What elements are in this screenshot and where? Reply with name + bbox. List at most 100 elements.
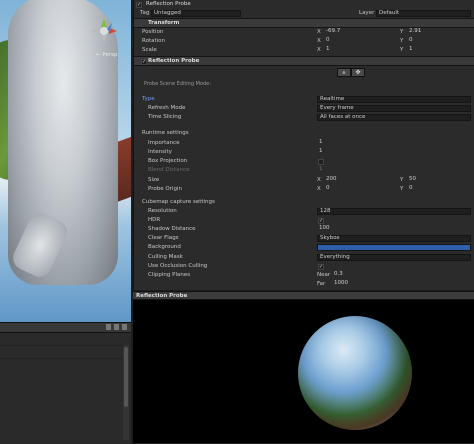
clear-flags-label: Clear Flags xyxy=(148,235,179,241)
x-label: X xyxy=(317,177,321,183)
culling-mask-row: Culling Mask Everything xyxy=(134,253,474,262)
scene-gizmo-icon[interactable] xyxy=(90,18,118,44)
position-x[interactable]: -69.7 xyxy=(324,28,396,36)
rotation-label: Rotation xyxy=(142,38,166,44)
refresh-mode-dropdown[interactable]: Every frame xyxy=(317,105,471,112)
preview-title: Reflection Probe xyxy=(133,291,474,300)
importance-row: Importance 1 xyxy=(134,139,474,148)
occlusion-checkbox[interactable]: ✓ xyxy=(318,263,324,270)
shadow-distance-field[interactable]: 100 xyxy=(317,225,471,233)
size-x[interactable]: 200 xyxy=(324,176,396,184)
lock-icon[interactable] xyxy=(106,324,111,330)
culling-mask-label: Culling Mask xyxy=(148,254,183,260)
reflection-probe-header[interactable]: ✓ Reflection Probe xyxy=(134,56,474,66)
edit-origin-button[interactable]: ✥ xyxy=(351,68,365,77)
importance-label: Importance xyxy=(148,140,180,146)
scale-row: Scale X 1 Y 1 xyxy=(134,46,474,55)
runtime-settings-row: Runtime settings xyxy=(134,129,474,138)
occlusion-label: Use Occlusion Culling xyxy=(148,263,208,269)
near-field[interactable]: 0.3 xyxy=(332,271,471,279)
lower-left-panel xyxy=(0,322,131,444)
y-label: Y xyxy=(400,177,404,183)
position-y[interactable]: 2.91 xyxy=(407,28,471,36)
panel-toolbar xyxy=(0,323,131,333)
clipping-far-row: Far 1000 xyxy=(134,280,474,289)
time-slicing-row: Time Slicing All faces at once xyxy=(134,113,474,122)
type-label: Type xyxy=(142,96,155,102)
scrollbar-thumb[interactable] xyxy=(124,347,128,407)
scale-x[interactable]: 1 xyxy=(324,46,396,54)
scale-y[interactable]: 1 xyxy=(407,46,471,54)
resolution-dropdown[interactable]: 128 xyxy=(317,208,471,215)
resolution-label: Resolution xyxy=(148,208,177,214)
reflection-probe-title: Reflection Probe xyxy=(148,58,200,64)
probe-origin-row: Probe Origin X 0 Y 0 xyxy=(134,185,474,194)
y-label: Y xyxy=(400,38,404,44)
occlusion-row: Use Occlusion Culling ✓ xyxy=(134,262,474,271)
size-y[interactable]: 50 xyxy=(407,176,471,184)
intensity-row: Intensity 1 xyxy=(134,148,474,157)
position-row: Position X -69.7 Y 2.91 xyxy=(134,28,474,37)
time-slicing-dropdown[interactable]: All faces at once xyxy=(317,114,471,121)
resolution-row: Resolution 128 xyxy=(134,207,474,216)
clipping-near-row: Clipping Planes Near 0.3 xyxy=(134,271,474,280)
list-item[interactable] xyxy=(0,333,131,346)
refresh-mode-label: Refresh Mode xyxy=(148,105,186,111)
far-field[interactable]: 1000 xyxy=(332,280,471,288)
scrollbar[interactable] xyxy=(123,345,129,440)
options-icon[interactable] xyxy=(122,324,127,330)
box-projection-checkbox[interactable] xyxy=(318,158,324,165)
rotation-y[interactable]: 0 xyxy=(407,37,471,45)
origin-x[interactable]: 0 xyxy=(324,185,396,193)
origin-y[interactable]: 0 xyxy=(407,185,471,193)
intensity-field[interactable]: 1 xyxy=(317,148,471,156)
layer-label: Layer xyxy=(359,10,375,16)
clear-flags-row: Clear Flags Skybox xyxy=(134,234,474,243)
active-checkbox[interactable]: ✓ xyxy=(136,1,142,8)
probe-enabled-checkbox[interactable]: ✓ xyxy=(141,58,147,65)
size-label: Size xyxy=(148,177,160,183)
blend-distance-label: Blend Distance xyxy=(148,167,190,173)
hdr-label: HDR xyxy=(148,217,161,223)
clear-flags-dropdown[interactable]: Skybox xyxy=(317,235,471,242)
edit-mode-row: Probe Scene Editing Mode: xyxy=(134,80,474,89)
transform-header[interactable]: Transform xyxy=(134,18,474,28)
hdr-checkbox[interactable]: ✓ xyxy=(318,217,324,224)
reflection-sphere[interactable] xyxy=(298,316,412,430)
size-row: Size X 200 Y 50 xyxy=(134,176,474,185)
cubemap-settings-label: Cubemap capture settings xyxy=(142,199,215,205)
object-header: ✓ Reflection Probe xyxy=(134,0,474,9)
rotation-row: Rotation X 0 Y 0 xyxy=(134,37,474,46)
culling-mask-dropdown[interactable]: Everything xyxy=(317,254,471,261)
scene-view[interactable]: ← Persp xyxy=(0,0,131,322)
tag-label: Tag xyxy=(140,10,150,16)
runtime-settings-label: Runtime settings xyxy=(142,130,189,136)
rotation-x[interactable]: 0 xyxy=(324,37,396,45)
layer-dropdown[interactable]: Default xyxy=(376,10,471,17)
menu-icon[interactable] xyxy=(114,324,119,330)
near-label: Near xyxy=(317,272,331,278)
edit-bounds-button[interactable]: ⩚ xyxy=(337,68,351,77)
background-label: Background xyxy=(148,244,181,250)
object-name[interactable]: Reflection Probe xyxy=(146,0,191,9)
hdr-row: HDR ✓ xyxy=(134,216,474,225)
inspector-panel: ✓ Reflection Probe Tag Untagged Layer De… xyxy=(133,0,474,290)
scale-label: Scale xyxy=(142,47,157,53)
blend-distance-field[interactable]: 1 xyxy=(317,166,471,174)
x-label: X xyxy=(317,38,321,44)
type-dropdown[interactable]: Realtime xyxy=(317,96,471,103)
transform-title: Transform xyxy=(148,20,180,26)
importance-field[interactable]: 1 xyxy=(317,139,471,147)
tag-dropdown[interactable]: Untagged xyxy=(151,10,241,17)
probe-origin-label: Probe Origin xyxy=(148,186,182,192)
background-color-swatch[interactable] xyxy=(317,244,471,251)
shadow-distance-row: Shadow Distance 100 xyxy=(134,225,474,234)
probe-preview[interactable] xyxy=(133,300,474,443)
far-label: Far xyxy=(317,281,326,287)
clipping-label: Clipping Planes xyxy=(148,272,191,278)
y-label: Y xyxy=(400,186,404,192)
shadow-distance-label: Shadow Distance xyxy=(148,226,196,232)
list-item[interactable] xyxy=(0,346,131,359)
persp-label[interactable]: ← Persp xyxy=(96,52,117,58)
type-row: Type Realtime xyxy=(134,95,474,104)
